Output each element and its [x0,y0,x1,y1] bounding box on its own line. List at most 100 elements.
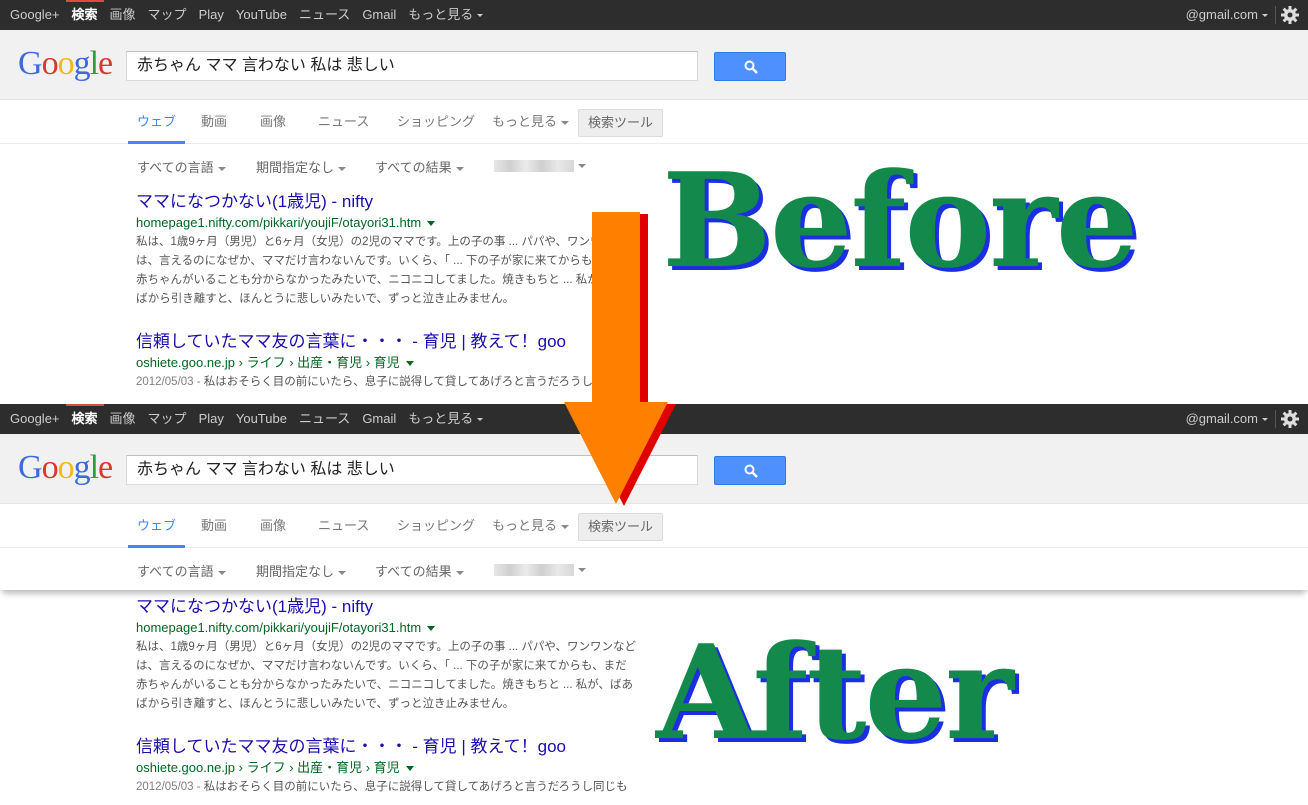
filter-results-label: すべての結果 [375,160,452,175]
nav-youtube[interactable]: YouTube [230,404,293,434]
search-icon [744,464,758,478]
tab-web[interactable]: ウェブ [127,100,186,144]
filter-language-label: すべての言語 [137,564,214,579]
filter-period-label: 期間指定なし [256,564,335,579]
tab-video[interactable]: 動画 [201,100,227,144]
tab-web[interactable]: ウェブ [127,504,186,548]
tab-shopping[interactable]: ショッピング [397,504,475,548]
filter-location-blurred[interactable] [494,157,586,172]
result-url: oshiete.goo.ne.jp › ライフ › 出産・育児 › 育児 [136,758,656,778]
chevron-down-icon[interactable] [427,626,436,632]
tab-news[interactable]: ニュース [318,504,369,548]
nav-images[interactable]: 画像 [104,0,142,30]
nav-gmail[interactable]: Gmail [356,404,402,434]
tab-images[interactable]: 画像 [260,504,286,548]
nav-news[interactable]: ニュース [293,0,356,30]
search-icon [744,60,758,74]
divider [1275,6,1276,24]
filter-period[interactable]: 期間指定なし [256,157,347,176]
tab-images[interactable]: 画像 [260,100,286,144]
nav-more[interactable]: もっと見る [402,404,489,434]
search-input[interactable]: 赤ちゃん ママ 言わない 私は 悲しい [126,51,698,81]
result-item: 信頼していたママ友の言葉に・・・ - 育児 | 教えて！goo oshiete.… [136,736,656,797]
chevron-down-icon [1262,14,1268,18]
tab-more[interactable]: もっと見る [492,504,570,548]
chevron-down-icon [561,524,570,529]
gear-icon[interactable] [1280,5,1300,25]
chevron-down-icon [578,567,586,572]
account-menu[interactable]: @gmail.com [1186,404,1268,434]
results-list: ママになつかない(1歳児) - nifty homepage1.nifty.co… [136,596,656,805]
nav-google-plus[interactable]: Google+ [4,0,66,30]
account-email: @gmail.com [1185,7,1258,22]
nav-play[interactable]: Play [193,0,230,30]
tab-more[interactable]: もっと見る [492,100,570,144]
nav-more[interactable]: もっと見る [402,0,489,30]
chevron-down-icon [217,166,226,171]
nav-gmail[interactable]: Gmail [356,0,402,30]
chevron-down-icon[interactable] [405,766,414,772]
after-label: After [656,616,1014,769]
tab-more-label: もっと見る [492,518,558,533]
result-title-link[interactable]: 信頼していたママ友の言葉に・・・ - 育児 | 教えて！goo [136,736,656,758]
nav-play[interactable]: Play [193,404,230,434]
filter-results[interactable]: すべての結果 [375,157,464,176]
nav-youtube[interactable]: YouTube [230,0,293,30]
chevron-down-icon [338,166,347,171]
filter-results[interactable]: すべての結果 [375,561,464,580]
chevron-down-icon [217,570,226,575]
chevron-down-icon [578,163,586,168]
chevron-down-icon [455,166,464,171]
google-logo[interactable]: Google [18,448,113,488]
chevron-down-icon [455,570,464,575]
nav-more-label: もっと見る [408,7,474,22]
blurred-text [494,159,574,172]
search-tabs: ウェブ 動画 画像 ニュース ショッピング もっと見る 検索ツール [0,504,1308,548]
search-header: Google 赤ちゃん ママ 言わない 私は 悲しい [0,30,1308,100]
chevron-down-icon [477,14,484,18]
tab-video[interactable]: 動画 [201,504,227,548]
gear-icon[interactable] [1280,409,1300,429]
result-item: ママになつかない(1歳児) - nifty homepage1.nifty.co… [136,596,656,714]
before-label: Before [662,144,1138,297]
search-tabs: ウェブ 動画 画像 ニュース ショッピング もっと見る 検索ツール [0,100,1308,144]
filter-location-blurred[interactable] [494,561,586,576]
account-email: @gmail.com [1185,411,1258,426]
divider [1275,410,1276,428]
tab-shopping[interactable]: ショッピング [397,100,475,144]
chevron-down-icon[interactable] [405,361,414,367]
filter-results-label: すべての結果 [375,564,452,579]
tab-news[interactable]: ニュース [318,100,369,144]
filter-period-label: 期間指定なし [256,160,335,175]
nav-more-label: もっと見る [408,411,474,426]
nav-news[interactable]: ニュース [293,404,356,434]
chevron-down-icon[interactable] [427,221,436,227]
search-tools-button[interactable]: 検索ツール [578,109,664,137]
filter-period[interactable]: 期間指定なし [256,561,347,580]
result-snippet: 私は、1歳9ヶ月（男児）と6ヶ月（女児）の2児のママです。上の子の事 ... パ… [136,641,637,710]
filter-language-label: すべての言語 [137,160,214,175]
filter-language[interactable]: すべての言語 [137,157,226,176]
search-tools-button[interactable]: 検索ツール [578,513,664,541]
nav-maps[interactable]: マップ [142,404,193,434]
blurred-text [494,563,574,576]
chevron-down-icon [338,570,347,575]
search-button[interactable] [714,456,786,485]
chevron-down-icon [477,418,484,422]
filter-language[interactable]: すべての言語 [137,561,226,580]
google-logo[interactable]: Google [18,44,113,84]
tab-more-label: もっと見る [492,114,558,129]
result-url: homepage1.nifty.com/pikkari/youjiF/otayo… [136,618,656,638]
chevron-down-icon [1262,418,1268,422]
result-title-link[interactable]: ママになつかない(1歳児) - nifty [136,596,656,618]
search-button[interactable] [714,52,786,81]
nav-search[interactable]: 検索 [65,0,104,30]
nav-google-plus[interactable]: Google+ [4,404,66,434]
chevron-down-icon [561,120,570,125]
nav-search[interactable]: 検索 [65,404,104,434]
nav-maps[interactable]: マップ [142,0,193,30]
account-menu[interactable]: @gmail.com [1186,0,1268,30]
result-snippet: 2012/05/03 - 私はおそらく目の前にいたら、息子に説得して貸してあげろ… [136,781,628,793]
nav-images[interactable]: 画像 [104,404,142,434]
filter-row: すべての言語 期間指定なし すべての結果 [0,548,1308,590]
